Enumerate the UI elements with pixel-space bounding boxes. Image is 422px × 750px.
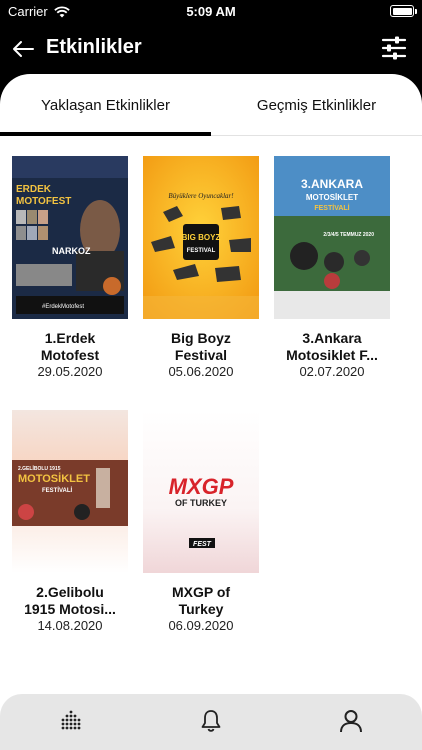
tab-selected-indicator <box>0 132 211 136</box>
poster-sub: 2/3/4/5 TEMMUZ 2020 <box>323 232 374 238</box>
bottom-navigation <box>0 694 422 750</box>
poster-title-1: ERDEK <box>16 184 52 195</box>
poster-title-1: 3.ANKARA <box>301 177 363 191</box>
poster-tag: #ErdekMotofest <box>42 304 84 310</box>
sliders-icon <box>381 36 407 60</box>
event-card[interactable]: ERDEK MOTOFEST NARKOZ #ErdekMotofest 1.E… <box>12 156 128 383</box>
tab-upcoming-label: Yaklaşan Etkinlikler <box>41 96 170 114</box>
poster-title-2: MOTOSİKLET <box>18 472 90 485</box>
user-icon <box>340 710 362 733</box>
event-date: 29.05.2020 <box>37 364 103 379</box>
arrow-left-icon <box>13 41 34 57</box>
tab-bar: Yaklaşan Etkinlikler Geçmiş Etkinlikler <box>0 74 422 136</box>
poster-title-1: 2.GELİBOLU 1915 <box>18 465 61 472</box>
poster-title-2: MOTOSİKLET <box>306 193 358 202</box>
poster-sub: FEST <box>193 541 212 548</box>
event-name-line1: Big Boyz <box>171 330 231 346</box>
tab-past-label: Geçmiş Etkinlikler <box>256 96 377 114</box>
battery-icon <box>390 5 417 17</box>
event-card[interactable]: 3.ANKARA MOTOSİKLET FESTİVALİ 2/3/4/5 TE… <box>274 156 390 383</box>
event-name-line2: Turkey <box>178 601 224 617</box>
filter-button[interactable] <box>380 34 408 62</box>
event-name-line2: 1915 Motosi... <box>24 601 116 617</box>
poster-title-2: BIG BOYZ <box>182 233 221 242</box>
bottom-nav-events[interactable] <box>56 706 86 736</box>
poster-title-3: FESTİVALİ <box>314 204 349 212</box>
event-name-line2: Motosiklet F... <box>286 347 378 363</box>
event-card[interactable]: 2.GELİBOLU 1915 MOTOSİKLET FESTİVALİ 2.G… <box>12 410 128 637</box>
back-button[interactable] <box>10 36 36 62</box>
event-card[interactable]: Büyüklere Oyuncaklar! BIG BOYZ FESTIVAL … <box>143 156 259 383</box>
bottom-nav-notifications[interactable] <box>196 706 226 736</box>
poster-title-2: OF TURKEY <box>175 498 227 508</box>
event-name-line2: Festival <box>174 347 228 363</box>
event-name: 3.Ankara Motosiklet F... <box>274 330 390 364</box>
poster-title-2: MOTOFEST <box>16 196 71 207</box>
event-poster: MXGP OF TURKEY FEST <box>143 410 259 573</box>
event-poster: 2.GELİBOLU 1915 MOTOSİKLET FESTİVALİ <box>12 410 128 573</box>
poster-sub: FESTIVAL <box>187 248 216 254</box>
event-name-line1: MXGP of <box>171 584 231 600</box>
event-name: 1.Erdek Motofest <box>12 330 128 364</box>
event-name-line2: Motofest <box>40 347 100 363</box>
content-sheet: Yaklaşan Etkinlikler Geçmiş Etkinlikler … <box>0 74 422 750</box>
bottom-nav-profile[interactable] <box>336 706 366 736</box>
event-date: 06.09.2020 <box>168 618 234 633</box>
poster-title-1: Büyüklere Oyuncaklar! <box>168 192 234 200</box>
event-name-line1: 3.Ankara <box>302 330 362 346</box>
event-name-line1: 2.Gelibolu <box>36 584 104 600</box>
event-date: 05.06.2020 <box>168 364 234 379</box>
event-card[interactable]: MXGP OF TURKEY FEST MXGP of Turkey 06.09… <box>143 410 259 637</box>
grid-dots-icon <box>61 710 81 730</box>
poster-sub: FESTİVALİ <box>42 487 73 494</box>
event-poster: ERDEK MOTOFEST NARKOZ #ErdekMotofest <box>12 156 128 319</box>
event-name: Big Boyz Festival <box>143 330 259 364</box>
event-name: MXGP of Turkey <box>143 584 259 618</box>
event-name: 2.Gelibolu 1915 Motosi... <box>12 584 128 618</box>
event-poster: Büyüklere Oyuncaklar! BIG BOYZ FESTIVAL <box>143 156 259 319</box>
status-bar: Carrier 5:09 AM <box>0 0 422 22</box>
page-title: Etkinlikler <box>46 36 142 58</box>
poster-title-1: MXGP <box>169 474 234 499</box>
event-date: 02.07.2020 <box>299 364 365 379</box>
event-name-line1: 1.Erdek <box>44 330 96 346</box>
tab-past-events[interactable]: Geçmiş Etkinlikler <box>211 74 422 136</box>
event-date: 14.08.2020 <box>37 618 103 633</box>
navigation-bar: Etkinlikler <box>0 22 422 80</box>
tab-upcoming-events[interactable]: Yaklaşan Etkinlikler <box>0 74 211 136</box>
event-poster: 3.ANKARA MOTOSİKLET FESTİVALİ 2/3/4/5 TE… <box>274 156 390 319</box>
poster-label: NARKOZ <box>52 246 91 256</box>
bell-icon <box>201 710 221 732</box>
clock: 5:09 AM <box>186 4 236 19</box>
